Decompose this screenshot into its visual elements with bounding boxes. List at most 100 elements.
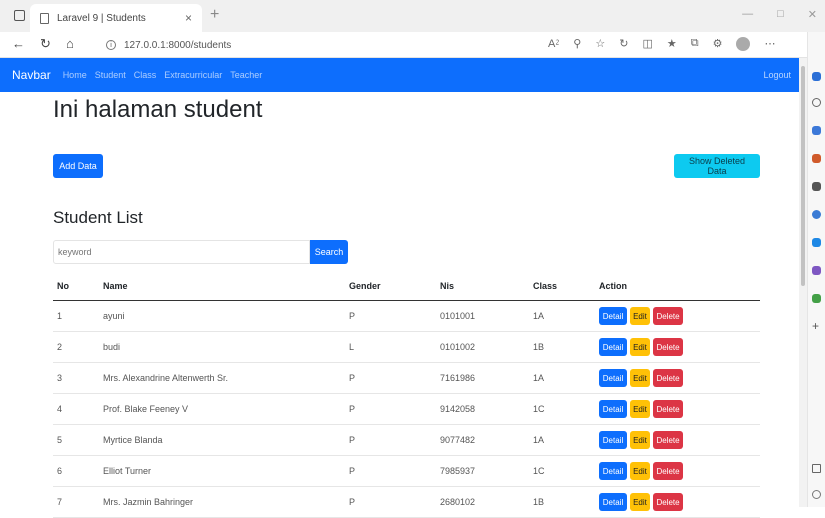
cell-name: Myrtice Blanda [99,424,345,456]
show-deleted-data-button[interactable]: Show Deleted Data [674,154,760,178]
tab-close-icon[interactable]: × [185,11,192,25]
delete-button[interactable]: Delete [653,462,683,480]
split-screen-icon[interactable]: ◫ [642,37,652,51]
table-row: 6 Elliot Turner P 7985937 1C Detail Edit Delete [53,455,760,487]
table-row: 2 budi L 0101002 1B Detail Edit Delete [53,331,760,363]
nav-link-teacher[interactable]: Teacher [230,70,262,80]
detail-button[interactable]: Detail [599,369,627,387]
favorite-icon[interactable]: ☆ [595,37,605,51]
browser-tab[interactable]: Laravel 9 | Students × [30,4,202,32]
cell-name: budi [99,331,345,363]
nav-link-extracurricular[interactable]: Extracurricular [164,70,222,80]
detail-button[interactable]: Detail [599,493,627,511]
delete-button[interactable]: Delete [653,338,683,356]
bing-icon[interactable] [812,72,821,81]
delete-button[interactable]: Delete [653,307,683,325]
table-header-row: No Name Gender Nis Class Action [53,272,760,301]
refresh-icon[interactable]: ↻ [40,36,51,52]
drop-icon[interactable] [812,294,821,303]
outlook-icon[interactable] [812,238,821,247]
cell-nis: 7161986 [436,362,529,394]
cell-action: Detail Edit Delete [595,486,760,518]
minimize-icon[interactable]: — [742,8,753,21]
cell-name: Mrs. Jazmin Bahringer [99,486,345,518]
navbar-brand[interactable]: Navbar [12,68,51,82]
search-button[interactable]: Search [310,240,348,264]
cell-gender: P [345,455,436,487]
cell-no: 4 [53,393,99,425]
nav-link-home[interactable]: Home [63,70,87,80]
delete-button[interactable]: Delete [653,400,683,418]
action-buttons: Detail Edit Delete [599,431,683,449]
edit-button[interactable]: Edit [630,431,650,449]
games-icon[interactable] [812,182,821,191]
edit-button[interactable]: Edit [630,338,650,356]
logout-link[interactable]: Logout [763,70,791,80]
nav-link-class[interactable]: Class [134,70,157,80]
shopping-icon[interactable] [812,126,821,135]
search-icon[interactable] [812,98,821,107]
detail-button[interactable]: Detail [599,462,627,480]
cell-name: Mrs. Alexandrine Altenwerth Sr. [99,362,345,394]
zoom-icon[interactable]: ⚲ [573,37,581,51]
edit-button[interactable]: Edit [630,400,650,418]
collections-icon[interactable]: ⧉ [691,37,699,51]
delete-button[interactable]: Delete [653,493,683,511]
url-text: 127.0.0.1:8000/students [124,39,232,51]
student-table: No Name Gender Nis Class Action 1 ayuni P 0… [53,272,760,518]
table-row: 3 Mrs. Alexandrine Altenwerth Sr. P 7161986… [53,362,760,394]
back-icon[interactable]: ← [12,36,25,51]
cell-no: 5 [53,424,99,456]
action-buttons: Detail Edit Delete [599,493,683,511]
window-controls: — □ ✕ [742,8,817,21]
cell-class: 1A [529,300,595,332]
profile-avatar[interactable] [736,37,751,51]
cell-nis: 2680102 [436,486,529,518]
home-icon[interactable]: ⌂ [66,36,74,51]
sidebar-settings-icon[interactable] [812,490,821,499]
detail-button[interactable]: Detail [599,307,627,325]
read-aloud-icon[interactable]: A⁲ [548,37,559,51]
page-title: Ini halaman student [53,96,263,123]
scrollbar-thumb[interactable] [801,66,805,286]
detail-button[interactable]: Detail [599,431,627,449]
app-navbar: Navbar Home Student Class Extracurricula… [0,58,799,92]
header-no: No [53,272,99,301]
edit-button[interactable]: Edit [630,369,650,387]
cell-gender: P [345,300,436,332]
edit-button[interactable]: Edit [630,462,650,480]
cell-no: 1 [53,300,99,332]
edge-sidebar: + [807,32,825,507]
add-icon[interactable]: + [812,320,821,332]
close-window-icon[interactable]: ✕ [808,8,817,21]
new-tab-icon[interactable]: + [210,6,219,24]
tab-actions-icon[interactable] [14,10,25,21]
office-icon[interactable] [812,210,821,219]
delete-button[interactable]: Delete [653,431,683,449]
hide-sidebar-icon[interactable] [812,464,821,473]
delete-button[interactable]: Delete [653,369,683,387]
search-input[interactable] [53,240,310,264]
more-icon[interactable]: ⋯ [764,37,775,51]
cell-class: 1A [529,424,595,456]
page-scrollbar[interactable] [799,58,807,507]
nav-link-student[interactable]: Student [95,70,126,80]
student-list-title: Student List [53,208,143,227]
action-buttons: Detail Edit Delete [599,307,683,325]
designer-icon[interactable] [812,266,821,275]
site-info-icon[interactable]: i [106,40,116,50]
cell-action: Detail Edit Delete [595,331,760,363]
refresh-extension-icon[interactable]: ↻ [619,37,628,51]
detail-button[interactable]: Detail [599,338,627,356]
detail-button[interactable]: Detail [599,400,627,418]
edit-button[interactable]: Edit [630,493,650,511]
header-action: Action [595,272,760,301]
action-buttons: Detail Edit Delete [599,462,683,480]
favorites-icon[interactable]: ★ [667,37,677,51]
add-data-button[interactable]: Add Data [53,154,103,178]
edit-button[interactable]: Edit [630,307,650,325]
maximize-icon[interactable]: □ [777,8,784,21]
extensions-icon[interactable]: ⚙ [713,37,723,51]
cell-action: Detail Edit Delete [595,362,760,394]
tools-icon[interactable] [812,154,821,163]
